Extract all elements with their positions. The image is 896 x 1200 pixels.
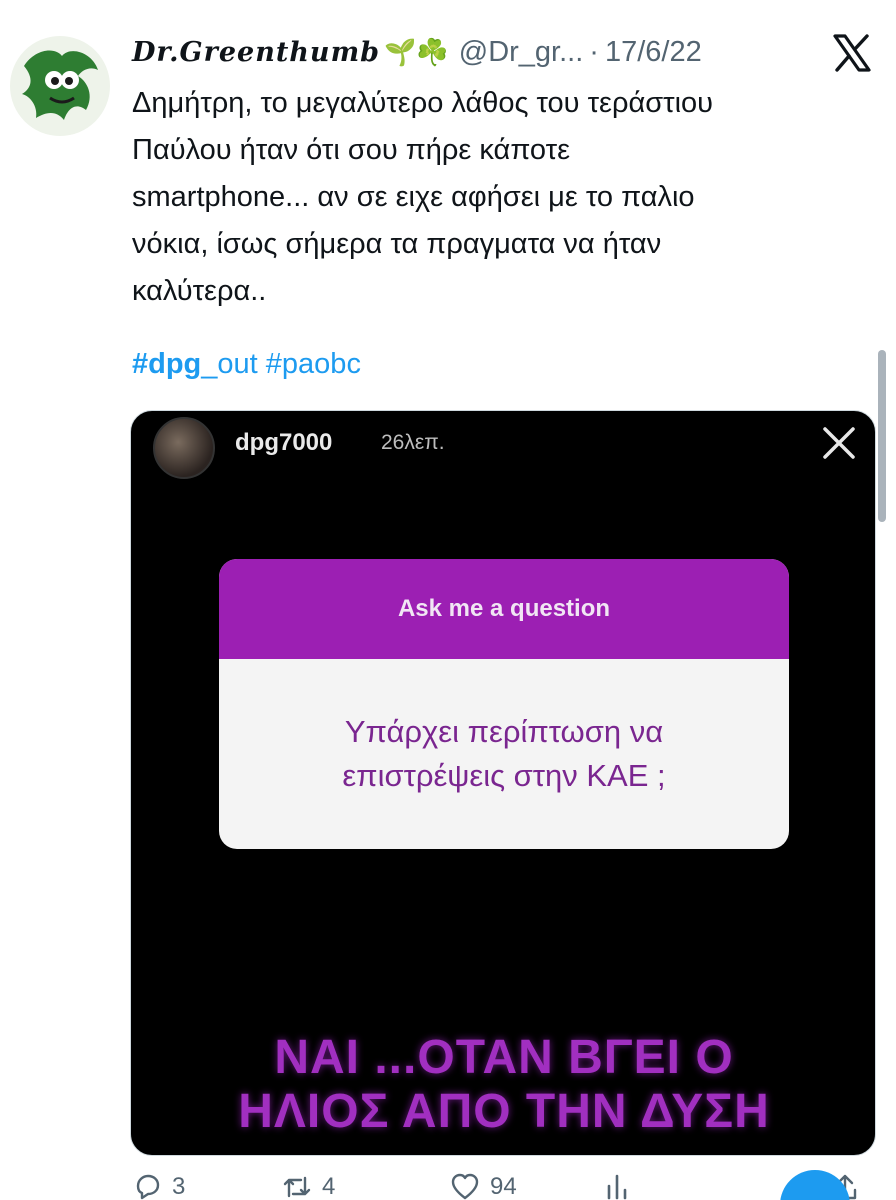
retweet-icon (283, 1176, 311, 1198)
story-time: 26λεπ. (381, 431, 445, 454)
x-logo-icon (832, 34, 872, 72)
author-avatar[interactable] (10, 36, 110, 136)
tweet-text-line: καλύτερα.. (132, 275, 267, 307)
tweet-date[interactable]: 17/6/22 (605, 36, 702, 69)
question-line: επιστρέψεις στην ΚΑΕ ; (342, 758, 666, 793)
hashtags: #dpg_out #paobc (132, 348, 361, 381)
story-avatar (153, 417, 215, 479)
reply-icon (136, 1174, 160, 1200)
tweet-text-line: smartphone... αν σε ειχε αφήσει με το πα… (132, 181, 695, 213)
tweet-text-line: Παύλου ήταν ότι σου πήρε κάποτε (132, 134, 571, 166)
like-count: 94 (490, 1173, 517, 1200)
story-username: dpg7000 (235, 429, 333, 456)
scrollbar-thumb[interactable] (878, 350, 886, 522)
reply-button[interactable]: 3 (132, 1172, 185, 1200)
hashtag-bold-part: #dpg (132, 348, 202, 380)
tweet-media-image[interactable]: dpg7000 26λεπ. Ask me a question Υπάρχει… (130, 410, 876, 1156)
views-button[interactable] (602, 1172, 632, 1200)
question-body: Υπάρχει περίπτωση να επιστρέψεις στην ΚΑ… (219, 659, 789, 849)
hashtag-rest-part: _out (201, 348, 258, 380)
answer-line: ΗΛΙΟΣ ΑΠΟ ΤΗΝ ΔΥΣΗ (238, 1085, 770, 1138)
hashtag-dpg-out[interactable]: #dpg_out (132, 348, 258, 380)
tweet-text: Δημήτρη, το μεγαλύτερο λάθος του τεράστι… (132, 80, 862, 315)
separator-dot: · (589, 35, 599, 68)
answer-line: ΝΑΙ ...ΟΤΑΝ ΒΓΕΙ Ο (274, 1031, 734, 1084)
author-handle[interactable]: @Dr_gr... (459, 36, 584, 69)
tweet-actions: 3 4 94 (132, 1172, 872, 1200)
like-button[interactable]: 94 (450, 1172, 517, 1200)
views-icon (607, 1174, 627, 1200)
tweet-header: Dr.Greenthumb 🌱☘️ @Dr_gr... · 17/6/22 (132, 30, 872, 74)
retweet-button[interactable]: 4 (282, 1172, 335, 1200)
question-header: Ask me a question (219, 559, 789, 659)
tweet-text-line: νόκια, ίσως σήμερα τα πραγματα να ήταν (132, 228, 662, 260)
reply-count: 3 (172, 1173, 186, 1200)
author-name[interactable]: Dr.Greenthumb (132, 37, 380, 68)
answer-text: ΝΑΙ ...ΟΤΑΝ ΒΓΕΙ Ο ΗΛΙΟΣ ΑΠΟ ΤΗΝ ΔΥΣΗ (131, 1031, 875, 1139)
tweet-text-line: Δημήτρη, το μεγαλύτερο λάθος του τεράστι… (132, 87, 714, 119)
question-line: Υπάρχει περίπτωση να (344, 714, 664, 749)
name-emojis: 🌱☘️ (384, 36, 449, 67)
retweet-count: 4 (322, 1173, 336, 1200)
heart-icon (451, 1173, 479, 1200)
question-card: Ask me a question Υπάρχει περίπτωση να ε… (219, 559, 789, 849)
close-icon (821, 425, 857, 461)
hashtag-paobc[interactable]: #paobc (266, 348, 361, 380)
